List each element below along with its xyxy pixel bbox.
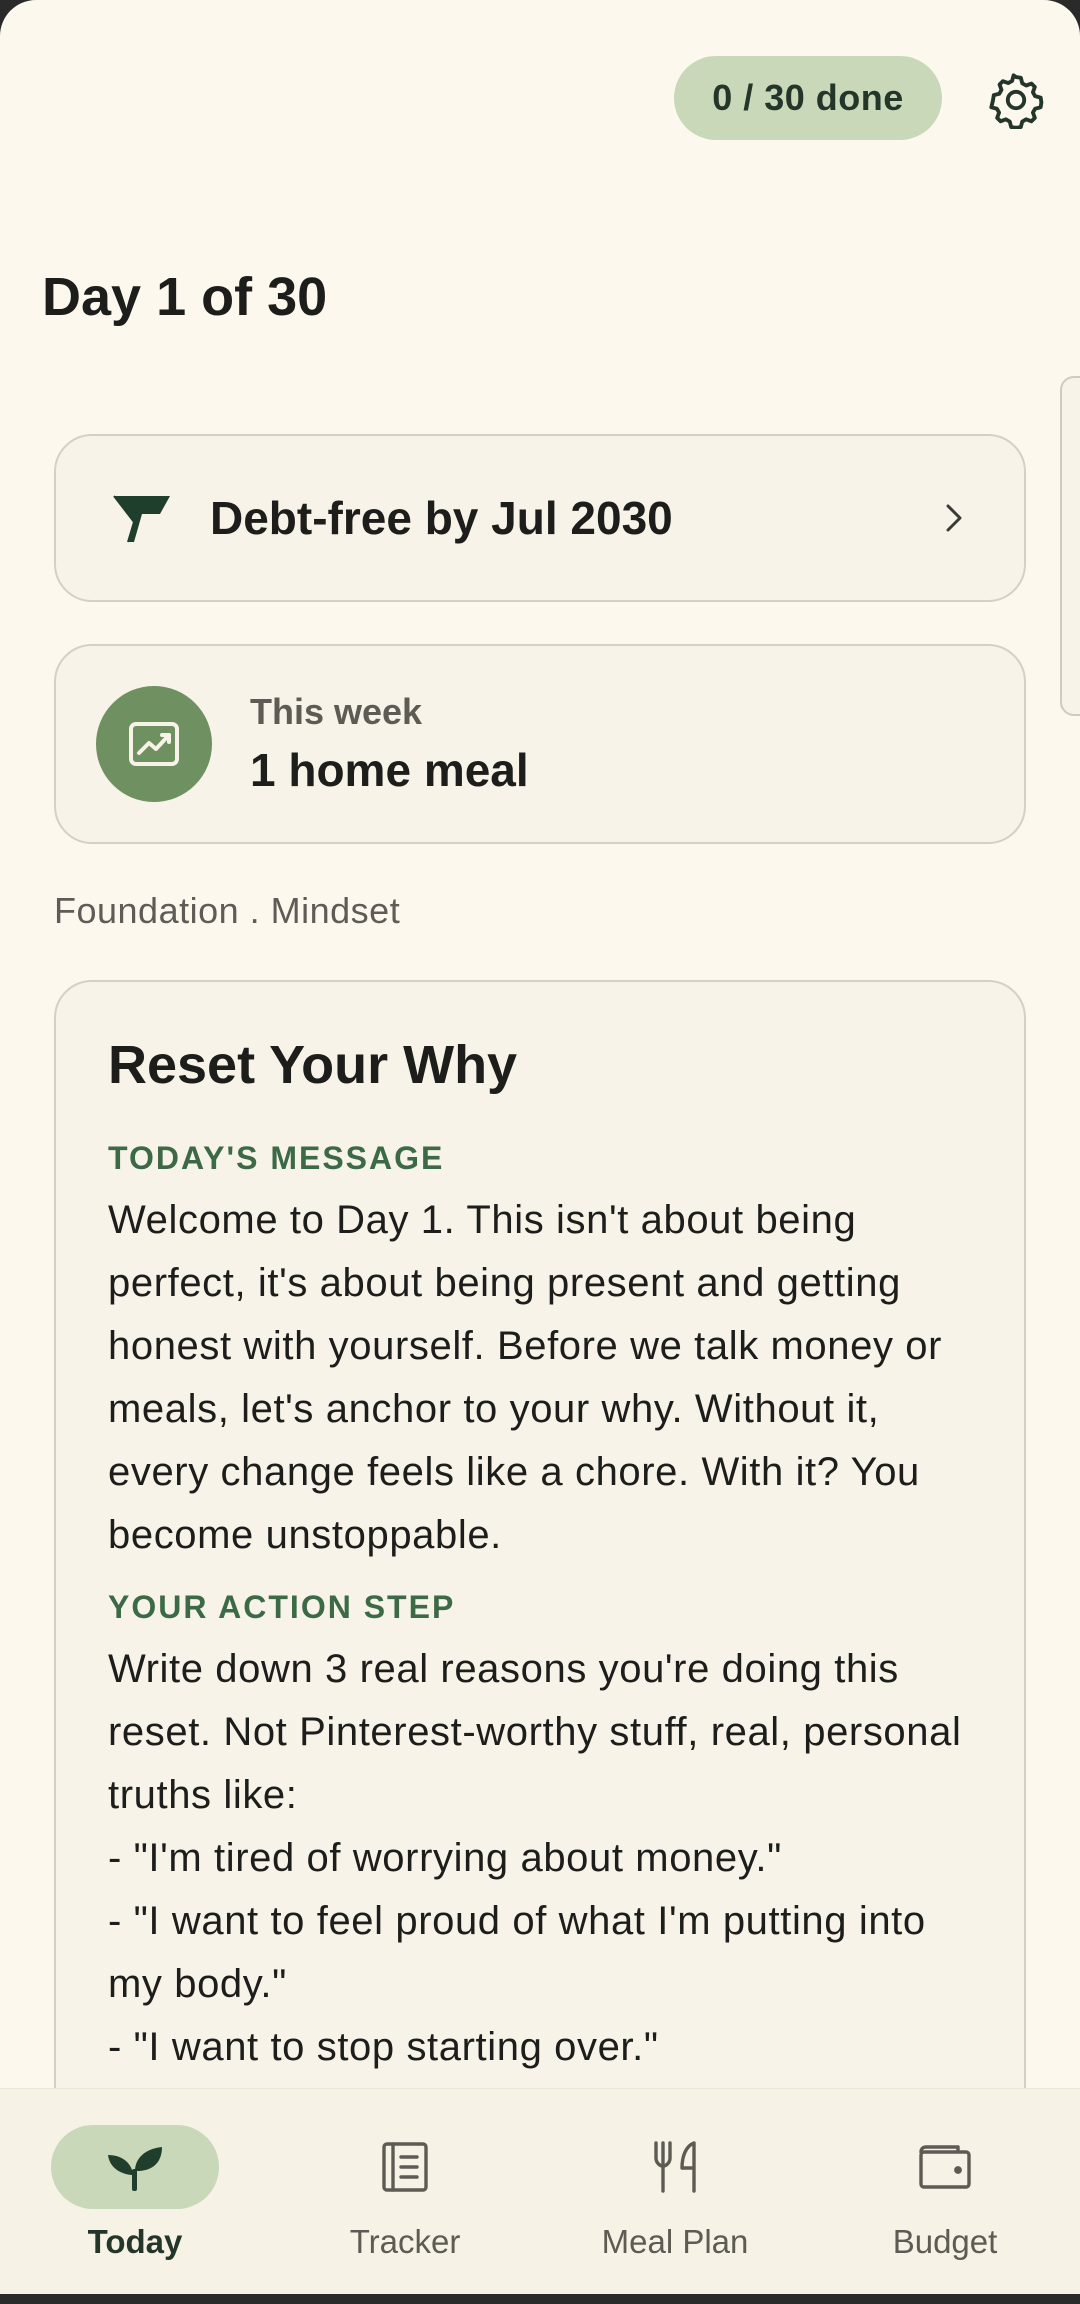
weekly-icon-badge <box>96 686 212 802</box>
nav-label-budget: Budget <box>892 2223 998 2260</box>
nav-item-meal-plan[interactable]: Meal Plan <box>540 2089 810 2294</box>
page-title: Day 1 of 30 <box>42 267 328 327</box>
bottom-nav: Today Tracker Meal Plan Budget <box>0 2088 1080 2294</box>
settings-button[interactable] <box>986 70 1046 130</box>
week-value: 1 home meal <box>250 744 529 796</box>
chevron-right-icon <box>946 504 962 532</box>
flag-icon <box>113 495 170 543</box>
message-heading: TODAY'S MESSAGE <box>108 1140 445 1176</box>
action-text: Write down 3 real reasons you're doing t… <box>108 1647 962 2069</box>
nav-icon-pill <box>51 2125 219 2209</box>
nav-icon-pill <box>321 2125 489 2209</box>
nav-icon-pill <box>591 2125 759 2209</box>
section-meta: Foundation . Mindset <box>54 890 401 931</box>
nav-item-today[interactable]: Today <box>0 2089 270 2294</box>
action-heading: YOUR ACTION STEP <box>108 1589 456 1625</box>
notebook-icon <box>382 2142 428 2192</box>
nav-item-tracker[interactable]: Tracker <box>270 2089 540 2294</box>
sprout-icon <box>108 2147 162 2191</box>
gear-icon <box>989 73 1044 129</box>
side-panel-handle[interactable] <box>1060 376 1080 716</box>
app-screen: 0 / 30 done Day 1 of 30 Debt-free by Jul… <box>0 0 1080 2294</box>
progress-label: 0 / 30 done <box>712 77 904 118</box>
lesson-title: Reset Your Why <box>108 1035 518 1095</box>
trend-chart-icon <box>129 722 179 766</box>
weekly-text: This week 1 home meal <box>250 691 529 797</box>
nav-label-meal-plan: Meal Plan <box>601 2223 749 2260</box>
nav-item-budget[interactable]: Budget <box>810 2089 1080 2294</box>
nav-label-today: Today <box>87 2223 183 2260</box>
message-text: Welcome to Day 1. This isn't about being… <box>108 1198 943 1557</box>
nav-icon-pill <box>861 2125 1029 2209</box>
progress-pill[interactable]: 0 / 30 done <box>674 56 942 140</box>
weekly-summary-card[interactable]: This week 1 home meal <box>54 644 1026 844</box>
week-label: This week <box>250 691 423 732</box>
goal-text: Debt-free by Jul 2030 <box>210 492 673 544</box>
fork-knife-icon <box>654 2141 696 2193</box>
goal-card[interactable]: Debt-free by Jul 2030 <box>54 434 1026 602</box>
wallet-icon <box>919 2145 971 2189</box>
nav-label-tracker: Tracker <box>349 2223 461 2260</box>
